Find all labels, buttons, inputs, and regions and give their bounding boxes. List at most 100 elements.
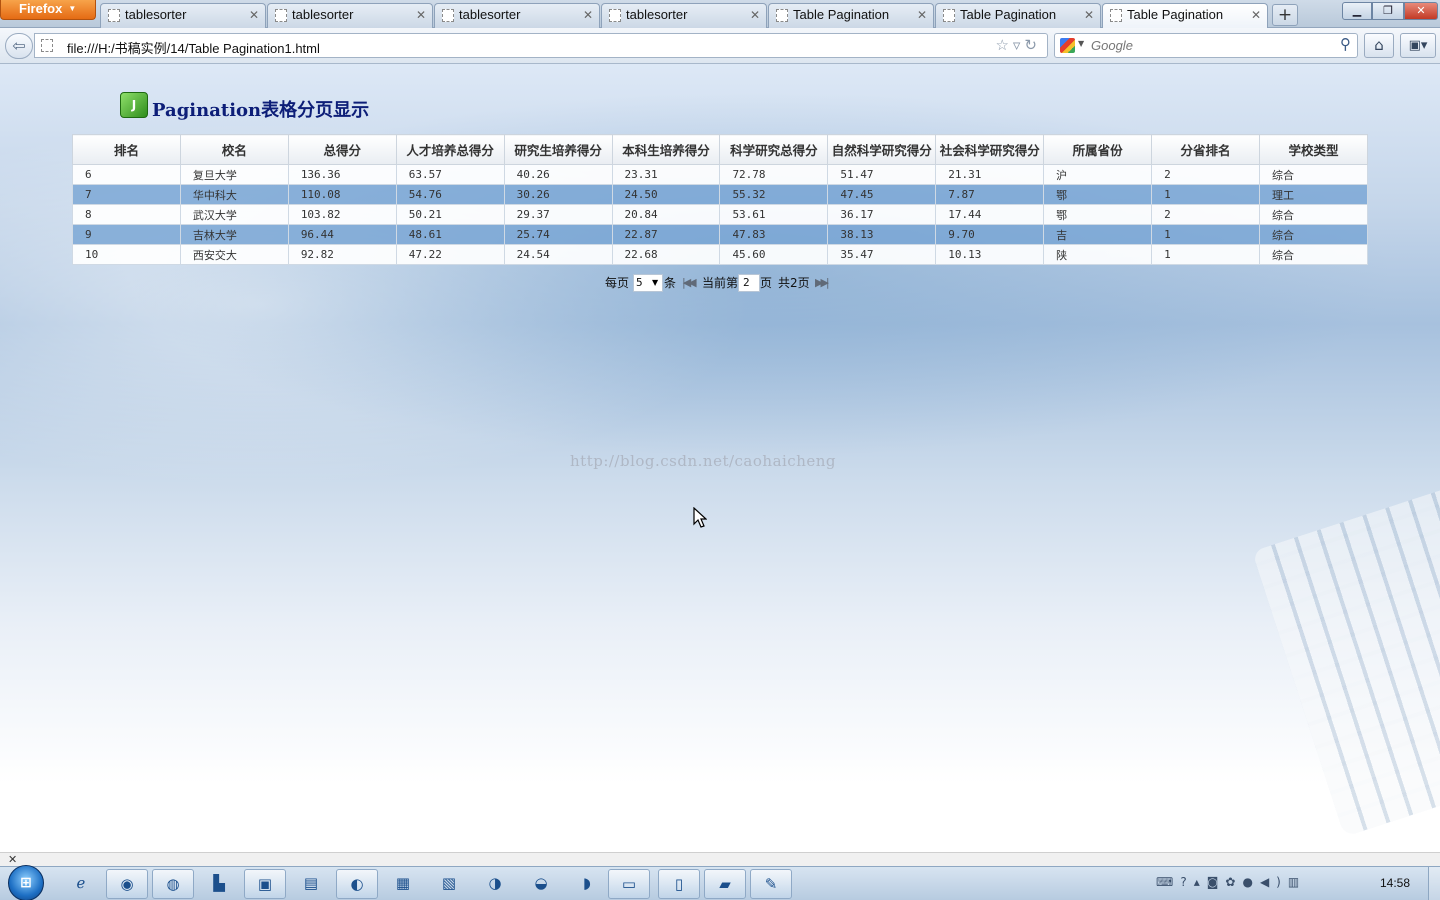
last-page-icon[interactable]: ▶▶| [815,273,830,293]
table-cell: 96.44 [287,224,397,245]
start-button[interactable]: ⊞ [8,865,44,900]
page-unit-label: 页 [760,276,773,290]
page-number-input[interactable]: 2 [738,274,760,292]
volume-icon[interactable]: ◀) [1260,875,1288,889]
search-icon[interactable]: ⚲ [1340,35,1351,53]
arrow-up-icon[interactable]: ▴ [1194,875,1207,889]
table-row[interactable]: 6 复旦大学 136.36 63.57 40.26 23.31 72.78 51.47 21.3… [72,164,1369,185]
app-tray-icon[interactable]: ✿ [1225,875,1242,889]
app-icon[interactable]: ◐ [336,869,378,899]
app-icon[interactable]: ◑ [474,869,516,899]
chevron-down-icon[interactable]: ▼ [652,273,658,293]
close-icon[interactable]: ✕ [249,4,259,26]
close-icon[interactable]: ✕ [1084,4,1094,26]
tab[interactable]: tablesorter ✕ [100,3,266,28]
tab-active[interactable]: Table Pagination ✕ [1102,3,1268,29]
document-icon[interactable]: ▯ [658,869,700,899]
column-header[interactable]: 社会科学研究得分 [935,134,1045,165]
close-icon[interactable]: ✕ [917,4,927,26]
table-cell: 22.87 [611,224,721,245]
column-header[interactable]: 研究生培养得分 [503,134,613,165]
addon-button[interactable]: ▣▾ [1400,33,1436,58]
table-row[interactable]: 8 武汉大学 103.82 50.21 29.37 20.84 53.61 36.17 17.4… [72,204,1369,225]
page-icon [609,9,621,22]
google-icon[interactable] [1060,38,1075,53]
table-cell: 沪 [1043,164,1153,185]
column-header[interactable]: 科学研究总得分 [719,134,829,165]
close-icon[interactable]: ✕ [750,4,760,26]
home-button[interactable]: ⌂ [1364,33,1394,58]
close-window-button[interactable]: ✕ [1404,2,1438,20]
column-header[interactable]: 所属省份 [1043,134,1153,165]
bookmark-star-icon[interactable]: ☆ [995,36,1012,54]
system-tray[interactable]: ⌨?▴◙✿●◀)▥ [1156,875,1306,889]
column-header[interactable]: 本科生培养得分 [611,134,721,165]
app-icon[interactable]: ▙ [198,869,240,899]
per-page-unit: 条 [664,276,677,290]
url-bar[interactable]: file:///H:/书稿实例/14/Table Pagination1.htm… [34,33,1048,58]
url-text[interactable]: file:///H:/书稿实例/14/Table Pagination1.htm… [67,38,320,57]
table-cell: 53.61 [719,204,829,225]
firefox-icon[interactable]: ◍ [152,869,194,899]
tab-title: tablesorter [459,7,521,22]
app-icon[interactable]: ◒ [520,869,562,899]
column-header[interactable]: 人才培养总得分 [395,134,505,165]
column-header[interactable]: 分省排名 [1151,134,1260,165]
plus-icon: + [1277,5,1293,25]
per-page-select[interactable]: 5 [633,274,663,292]
search-placeholder[interactable]: Google [1091,38,1133,53]
page-title: Pagination表格分页显示 [152,100,370,121]
dropdown-icon[interactable]: ▿ [1013,36,1025,54]
app-tray-icon[interactable]: ● [1242,875,1259,889]
reload-icon[interactable]: ↻ [1024,36,1041,54]
chrome-icon[interactable]: ◉ [106,869,148,899]
tab[interactable]: tablesorter ✕ [434,3,600,28]
close-icon[interactable]: ✕ [583,4,593,26]
table-row[interactable]: 10 西安交大 92.82 47.22 24.54 22.68 45.60 35.47 10.1… [72,244,1369,265]
folder-icon[interactable]: ▭ [608,869,650,899]
network-icon[interactable]: ▥ [1288,875,1306,889]
tab[interactable]: Table Pagination ✕ [935,3,1101,28]
internet-explorer-icon[interactable]: ℯ [60,869,102,899]
close-icon[interactable]: ✕ [416,4,426,26]
notepad-icon[interactable]: ▤ [290,869,332,899]
close-icon[interactable]: ✕ [1251,4,1261,26]
table-cell: 21.31 [935,164,1045,185]
tab[interactable]: tablesorter ✕ [601,3,767,28]
restore-button[interactable]: ❐ [1372,2,1404,20]
close-icon[interactable]: ✕ [8,853,17,866]
table-cell: 鄂 [1043,204,1153,225]
column-header[interactable]: 学校类型 [1258,134,1369,165]
clock[interactable]: 14:58 [1380,876,1410,890]
column-header[interactable]: 排名 [72,134,181,165]
app-tray-icon[interactable]: ◙ [1207,875,1226,889]
table-cell: 1 [1151,184,1260,205]
tab[interactable]: Table Pagination ✕ [768,3,934,28]
show-desktop-button[interactable] [1428,867,1440,900]
column-header[interactable]: 总得分 [287,134,397,165]
table-row[interactable]: 9 吉林大学 96.44 48.61 25.74 22.87 47.83 38.13 9.70 吉… [72,224,1369,245]
column-header[interactable]: 自然科学研究得分 [827,134,937,165]
table-cell: 2 [1151,164,1260,185]
first-page-icon[interactable]: |◀◀ [682,273,697,293]
help-icon[interactable]: ? [1180,875,1193,889]
tab-title: Table Pagination [793,7,890,22]
app-icon[interactable]: ▦ [382,869,424,899]
column-header[interactable]: 校名 [179,134,289,165]
app-icon[interactable]: ◗ [566,869,608,899]
search-bar[interactable]: ▼ Google ⚲ [1054,33,1358,58]
firefox-menu-button[interactable]: Firefox ▼ [0,0,96,20]
app-icon[interactable]: ▧ [428,869,470,899]
table-cell: 110.08 [287,184,397,205]
table-cell: 63.57 [395,164,505,185]
keyboard-icon[interactable]: ⌨ [1156,875,1180,889]
pdf-icon[interactable]: ▰ [704,869,746,899]
back-button[interactable]: ⇦ [5,33,33,59]
chevron-down-icon[interactable]: ▼ [1078,39,1084,48]
tab[interactable]: tablesorter ✕ [267,3,433,28]
table-row[interactable]: 7 华中科大 110.08 54.76 30.26 24.50 55.32 47.45 7.87… [72,184,1369,205]
editor-icon[interactable]: ✎ [750,869,792,899]
app-icon[interactable]: ▣ [244,869,286,899]
minimize-button[interactable]: ▁ [1342,2,1372,20]
new-tab-button[interactable]: + [1272,4,1298,26]
